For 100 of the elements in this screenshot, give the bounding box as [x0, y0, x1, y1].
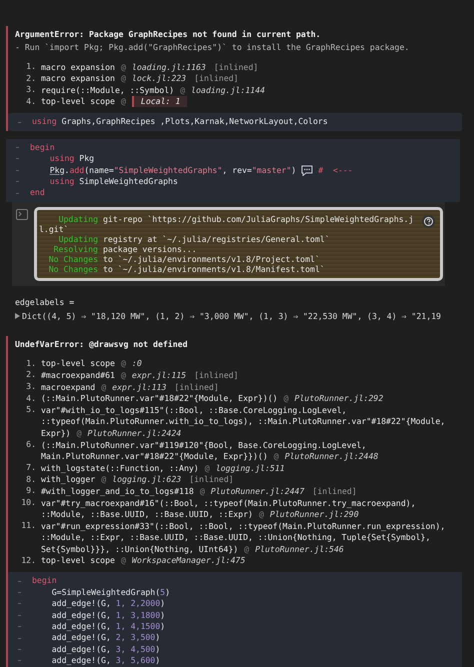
at-sign: @ — [244, 542, 250, 556]
at-sign: @ — [101, 380, 106, 393]
frame-number: 3. — [25, 84, 37, 96]
at-sign: @ — [120, 72, 126, 85]
frame-call: macro expansion — [41, 60, 115, 73]
code-line: begin — [30, 142, 55, 154]
at-sign: @ — [274, 450, 279, 462]
frame-location[interactable]: expr.jl:113 — [112, 380, 166, 393]
log-status: No Changes — [48, 254, 98, 264]
log-status: Updating — [58, 234, 98, 244]
code-cell[interactable]: using Graphs,GraphRecipes ,Plots,Karnak,NetworkLayout,Colors — [8, 113, 462, 131]
frame-number: 4. — [25, 96, 37, 108]
comment-icon[interactable] — [301, 164, 314, 176]
code-cell[interactable]: begin using Pkg Pkg.add(name="SimpleWeightedGraphs", rev="master") # <--- using SimpleWeightedGraphs end — [6, 138, 460, 202]
inlined-tag: [inlined] — [312, 484, 357, 498]
log-status: Resolving — [52, 244, 98, 254]
frame-call: macroexpand — [41, 380, 96, 393]
log-text: to `~/.julia/environments/v1.8/Manifest.toml` — [103, 264, 325, 274]
frame-location[interactable]: PlutoRunner.jl:2448 — [284, 450, 378, 462]
at-sign: @ — [76, 426, 82, 440]
frame-number: 10. — [20, 496, 37, 509]
frame-location[interactable]: lock.jl:223 — [132, 72, 186, 85]
frame-call: var"#run_expression#33"(::Bool, ::Bool, ::typeof(Main.PlutoRunner.run_expression), — [41, 520, 446, 532]
local-badge[interactable]: Local: 1 — [132, 96, 188, 108]
terminal-icon[interactable] — [16, 208, 28, 220]
frame-call: Expr}) — [41, 426, 71, 440]
frame-number: 1. — [25, 358, 37, 370]
dict-value: Dict((4, 5) ⇒ "18,120 MW", (1, 2) ⇒ "3,000 MW", (1, 3) ⇒ "22,530 MW", (3, 4) ⇒ "21,19 — [22, 310, 441, 323]
frame-number: 6. — [25, 438, 37, 451]
log-text: l.git` — [39, 224, 69, 234]
frame-call: with_logger — [41, 473, 96, 486]
frame-location[interactable]: PlutoRunner.jl:2447 — [210, 484, 304, 498]
help-icon[interactable] — [422, 214, 435, 228]
log-text: package versions... — [103, 244, 197, 254]
frame-number: 12. — [20, 554, 37, 566]
code-line: add_edge!(G, 2, 3,500) — [50, 632, 160, 644]
frame-call: var"#with_io_to_logs#115"(::Bool, ::Base.CoreLogging.LogLevel, — [41, 404, 347, 416]
frame-call: top-level scope — [41, 554, 115, 567]
inlined-tag: [inlined] — [174, 380, 219, 393]
frame-call: top-level scope — [41, 95, 115, 108]
expand-triangle-icon[interactable] — [15, 313, 20, 320]
frame-location[interactable]: PlutoRunner.jl:290 — [270, 508, 359, 520]
error-message: UndefVarError: @drawsvg not defined — [15, 338, 189, 351]
frame-call: var"#try_macroexpand#16"(::Bool, ::typeof(Main.PlutoRunner.try_macroexpand), — [41, 496, 416, 509]
frame-location[interactable]: logging.jl:511 — [216, 462, 285, 474]
frame-number: 8. — [25, 474, 37, 486]
code-line: using Pkg — [48, 153, 94, 165]
code-cell[interactable]: begin G=SimpleWeightedGraph(5) add_edge!(G, 1, 2,2000) add_edge!(G, 1, 3,1800) add_edge!(G, 1, 4,1500) add_edge!(G, 2, 3,500) add_edge!(G, 3, 4,500) add_edge!(G, 3, 5,600) — [8, 572, 462, 667]
code-line: add_edge!(G, 3, 5,600) — [50, 655, 160, 667]
frame-number: 3. — [25, 380, 37, 392]
frame-call: require(::Module, ::Symbol) — [41, 84, 174, 96]
at-sign: @ — [200, 484, 205, 498]
code-line: add_edge!(G, 3, 4,500) — [50, 644, 160, 656]
frame-call: Main.PlutoRunner.var"#18#22"{Module, Expr}})() — [41, 450, 268, 462]
at-sign: @ — [284, 392, 289, 404]
inlined-tag: [inlined] — [214, 60, 258, 73]
frame-number: 2. — [25, 369, 37, 381]
frame-call: (::Main.PlutoRunner.var"#18#22"{Module, Expr})() — [41, 392, 278, 404]
frame-number: 7. — [25, 462, 37, 474]
frame-location[interactable]: PlutoRunner.jl:2424 — [88, 426, 182, 440]
frame-call: #with_logger_and_io_to_logs#118 — [41, 484, 194, 498]
at-sign: @ — [120, 357, 126, 370]
frame-call: ::Module, ::Expr, ::Base.UUID, ::Base.UUID, ::Union{Nothing, Tuple{Set{Symbol}, — [41, 531, 430, 544]
at-sign: @ — [101, 473, 106, 486]
code-line: add_edge!(G, 1, 3,1800) — [50, 610, 166, 621]
frame-location[interactable]: loading.jl:1144 — [191, 84, 265, 96]
frame-number: 1. — [25, 61, 37, 73]
code-line: # <--- — [318, 164, 353, 176]
code-line: add_edge!(G, 1, 2,2000) — [50, 598, 166, 610]
code-line: Pkg.add(name="SimpleWeightedGraphs", rev="master") — [48, 164, 296, 176]
inlined-tag: [inlined] — [194, 368, 238, 382]
at-sign: @ — [120, 60, 126, 73]
at-sign: @ — [120, 554, 126, 567]
frame-call: Set{Symbol}}}, ::Union{Nothing, UInt64}) — [41, 542, 238, 556]
code-line: begin — [32, 575, 57, 587]
frame-location[interactable]: PlutoRunner.jl:292 — [294, 392, 384, 404]
log-text: to `~/.julia/environments/v1.8/Project.toml` — [103, 254, 320, 264]
frame-number: 9. — [25, 485, 37, 497]
code-line: using SimpleWeightedGraphs — [48, 176, 178, 188]
frame-number: 11. — [20, 520, 37, 532]
inlined-tag: [inlined] — [194, 72, 238, 85]
variable-name: edgelabels = — [15, 296, 76, 309]
code-line: add_edge!(G, 1, 4,1500) — [50, 620, 166, 632]
log-text: registry at `~/.julia/registries/General.toml` — [103, 234, 330, 244]
log-status: No Changes — [48, 264, 98, 274]
at-sign: @ — [204, 462, 210, 474]
frame-location[interactable]: logging.jl:623 — [112, 473, 182, 486]
frame-location[interactable]: :0 — [132, 357, 142, 370]
frame-call: ::typeof(Main.PlutoRunner.with_io_to_logs), ::Main.PlutoRunner.var"#18#22"{Module, — [41, 415, 446, 428]
frame-call: with_logstate(::Function, ::Any) — [41, 462, 199, 474]
frame-location[interactable]: PlutoRunner.jl:546 — [255, 542, 344, 556]
log-text: git-repo `https://github.com/JuliaGraphs/SimpleWeightedGraphs.j — [103, 214, 414, 224]
frame-location[interactable]: WorkspaceManager.jl:475 — [132, 554, 246, 567]
frame-call: (::Main.PlutoRunner.var"#119#120"{Bool, Base.CoreLogging.LogLevel, — [41, 438, 366, 451]
frame-location[interactable]: loading.jl:1163 — [132, 60, 206, 73]
code-line: using Graphs,GraphRecipes ,Plots,Karnak,NetworkLayout,Colors — [32, 116, 328, 128]
at-sign: @ — [120, 95, 126, 108]
code-line: end — [30, 187, 45, 199]
frame-call: macro expansion — [41, 72, 115, 85]
frame-location[interactable]: expr.jl:115 — [132, 368, 186, 382]
